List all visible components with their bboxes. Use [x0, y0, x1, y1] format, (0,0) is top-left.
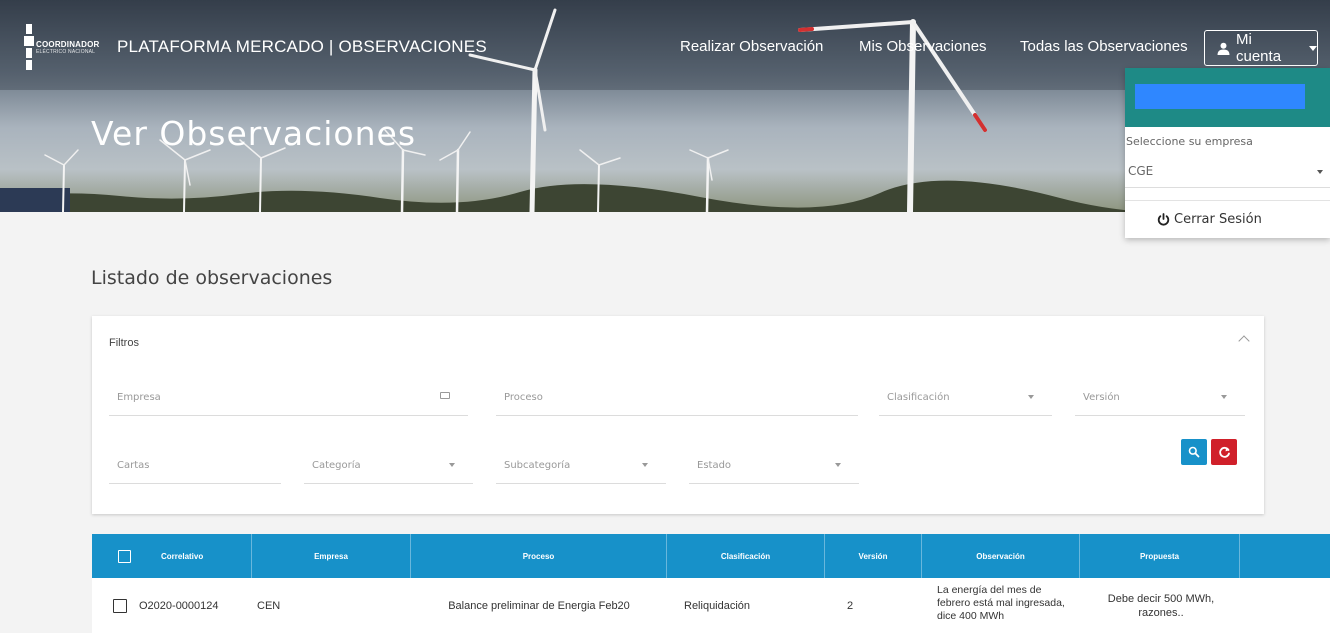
empresa-placeholder: Empresa	[117, 392, 161, 403]
reset-button[interactable]	[1211, 439, 1237, 465]
company-select[interactable]: CGE	[1125, 155, 1330, 188]
table-row[interactable]: O2020-0000124 CEN Balance preliminar de …	[92, 578, 1330, 633]
page: COORDINADOR ELÉCTRICO NACIONAL PLATAFORM…	[0, 0, 1330, 633]
page-heading: Ver Observaciones	[91, 114, 417, 153]
account-dropdown: Seleccione su empresa CGE Cerrar Sesión	[1125, 68, 1330, 238]
propuesta-value: Debe decir 500 MWh, razones..	[1107, 592, 1215, 619]
cartas-placeholder: Cartas	[117, 460, 150, 471]
observations-table: Correlativo Empresa Proceso Clasificació…	[92, 534, 1330, 633]
version-placeholder: Versión	[1083, 392, 1120, 403]
proceso-input[interactable]: Proceso	[496, 376, 858, 416]
cell-clasificacion: Reliquidación	[684, 599, 751, 612]
header-propuesta[interactable]: Propuesta	[1080, 534, 1240, 578]
chevron-down-icon	[1317, 170, 1323, 174]
nav-realizar-observacion[interactable]: Realizar Observación	[680, 38, 823, 55]
cell-propuesta: Debe decir 500 MWh, razones..	[1092, 578, 1230, 633]
account-menu-button[interactable]: Mi cuenta	[1204, 30, 1318, 66]
cell-version: 2	[847, 599, 854, 612]
chevron-up-icon[interactable]	[1238, 335, 1250, 347]
company-select-value: CGE	[1128, 164, 1154, 178]
cell-observacion: La energía del mes de febrero está mal i…	[937, 578, 1067, 633]
row-checkbox[interactable]	[113, 598, 127, 613]
caret-down-icon	[1309, 45, 1317, 51]
search-button[interactable]	[1181, 439, 1207, 465]
nav-mis-observaciones[interactable]: Mis Observaciones	[859, 38, 987, 55]
observacion-value: La energía del mes de febrero está mal i…	[937, 584, 1065, 622]
header-correlativo-label: Correlativo	[161, 551, 204, 561]
header-correlativo[interactable]: Correlativo	[92, 534, 252, 578]
subcategoria-select[interactable]: Subcategoría	[496, 444, 666, 484]
empresa-input[interactable]: Empresa	[109, 376, 468, 416]
chevron-down-icon	[449, 463, 455, 467]
chevron-down-icon	[1028, 395, 1034, 399]
nav-todas-observaciones[interactable]: Todas las Observaciones	[1020, 38, 1188, 55]
proceso-placeholder: Proceso	[504, 392, 543, 403]
company-select-label: Seleccione su empresa	[1126, 135, 1253, 148]
refresh-icon	[1218, 446, 1230, 458]
version-select[interactable]: Versión	[1075, 376, 1245, 416]
table-header: Correlativo Empresa Proceso Clasificació…	[92, 534, 1330, 578]
power-icon	[1157, 213, 1170, 226]
account-header	[1125, 68, 1330, 127]
app-title: PLATAFORMA MERCADO | OBSERVACIONES	[117, 37, 487, 56]
keyboard-icon	[440, 392, 450, 399]
header-clasificacion[interactable]: Clasificación	[667, 534, 825, 578]
logo-icon	[24, 24, 34, 70]
coordinador-logo[interactable]: COORDINADOR ELÉCTRICO NACIONAL	[24, 24, 100, 70]
header-extra	[1240, 534, 1330, 578]
search-icon	[1188, 446, 1200, 458]
clasificacion-placeholder: Clasificación	[887, 392, 950, 403]
divider	[1125, 200, 1330, 201]
logo-text: COORDINADOR	[36, 39, 100, 49]
cell-proceso: Balance preliminar de Energia Feb20	[448, 599, 630, 612]
account-label: Mi cuenta	[1236, 31, 1282, 65]
categoria-placeholder: Categoría	[312, 460, 361, 471]
estado-select[interactable]: Estado	[689, 444, 859, 484]
header-proceso[interactable]: Proceso	[411, 534, 667, 578]
clasificacion-select[interactable]: Clasificación	[879, 376, 1052, 416]
filters-card: Filtros Empresa Proceso Clasificación Ve…	[92, 316, 1264, 514]
cell-correlativo: O2020-0000124	[113, 578, 253, 633]
header-observacion[interactable]: Observación	[922, 534, 1080, 578]
estado-placeholder: Estado	[697, 460, 732, 471]
logout-label: Cerrar Sesión	[1174, 212, 1262, 227]
logout-button[interactable]: Cerrar Sesión	[1157, 212, 1262, 227]
cell-empresa: CEN	[257, 599, 281, 612]
subcategoria-placeholder: Subcategoría	[504, 460, 571, 471]
chevron-down-icon	[835, 463, 841, 467]
correlativo-value: O2020-0000124	[139, 599, 219, 612]
categoria-select[interactable]: Categoría	[304, 444, 473, 484]
header-empresa[interactable]: Empresa	[252, 534, 411, 578]
filters-title: Filtros	[109, 337, 139, 349]
chevron-down-icon	[1221, 395, 1227, 399]
select-all-checkbox[interactable]	[118, 549, 131, 563]
logo-subtext: ELÉCTRICO NACIONAL	[36, 48, 96, 55]
user-icon	[1217, 42, 1230, 55]
chevron-down-icon	[642, 463, 648, 467]
redacted-username	[1135, 84, 1305, 109]
list-title: Listado de observaciones	[91, 267, 333, 289]
header-version[interactable]: Versión	[825, 534, 922, 578]
cartas-input[interactable]: Cartas	[109, 444, 281, 484]
